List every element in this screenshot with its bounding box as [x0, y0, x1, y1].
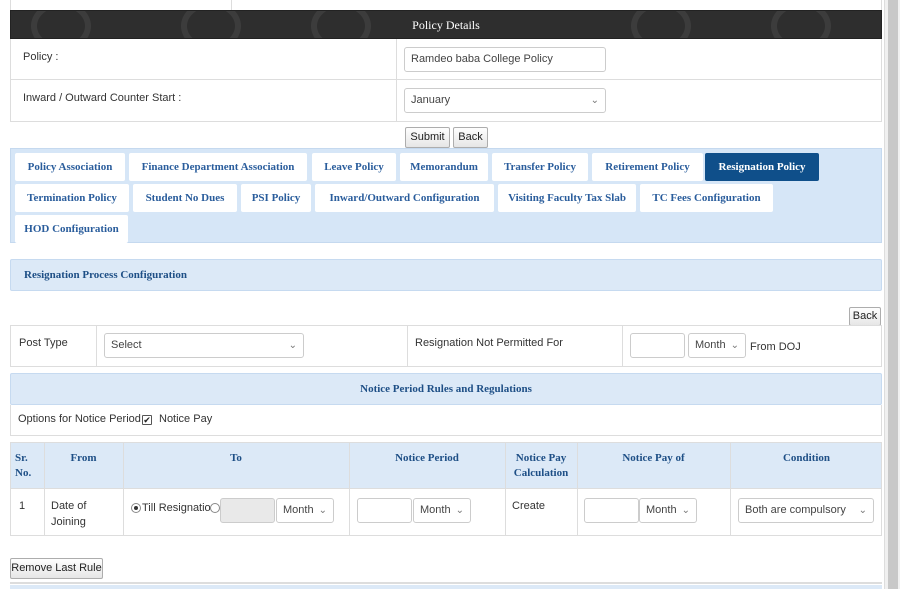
from-doj-text: From DOJ	[750, 341, 801, 353]
counter-start-value: January	[411, 94, 451, 106]
to-unit-value: Month	[283, 504, 314, 516]
notice-options-row: Options for Notice Period : ✔ Notice Pay	[10, 405, 882, 436]
tab-finance-department-association[interactable]: Finance Department Association	[129, 153, 307, 181]
till-resignation-radio[interactable]	[131, 503, 141, 513]
submit-button[interactable]: Submit	[405, 127, 450, 148]
notice-options-label: Options for Notice Period :	[18, 413, 148, 425]
post-type-value: Select	[111, 339, 142, 351]
till-resignation-label: Till Resignation	[142, 502, 217, 514]
header-notice-period: Notice Period	[395, 452, 459, 464]
header-sr-no: Sr. No.	[15, 452, 32, 479]
tab-resignation-policy[interactable]: Resignation Policy	[705, 153, 819, 181]
header-to: To	[230, 452, 242, 464]
counter-row: Inward / Outward Counter Start : January…	[11, 80, 881, 121]
chevron-down-icon: ⌄	[455, 505, 464, 516]
policy-row: Policy : Ramdeo baba College Policy	[11, 39, 881, 80]
panel-title: Policy Details	[412, 18, 480, 32]
notice-pay-label: Notice Pay	[159, 413, 213, 425]
chevron-down-icon: ⌄	[318, 505, 327, 516]
tab-termination-policy[interactable]: Termination Policy	[15, 184, 129, 212]
header-from: From	[70, 452, 97, 464]
notice-period-header: Notice Period Rules and Regulations	[10, 373, 882, 405]
notice-pay-of-unit-select[interactable]: Month ⌄	[639, 498, 697, 523]
notice-pay-checkbox[interactable]: ✔	[142, 415, 152, 425]
tab-hod-configuration[interactable]: HOD Configuration	[15, 215, 128, 243]
header-condition: Condition	[782, 452, 831, 464]
to-value-input[interactable]	[220, 498, 275, 523]
back-button[interactable]: Back	[453, 127, 488, 148]
chevron-down-icon: ⌄	[858, 505, 867, 516]
tab-inward-outward-configuration[interactable]: Inward/Outward Configuration	[315, 184, 494, 212]
post-type-label: Post Type	[19, 337, 68, 349]
chevron-down-icon: ⌄	[681, 505, 690, 516]
tab-policy-association[interactable]: Policy Association	[15, 153, 125, 181]
notice-period-input[interactable]	[357, 498, 412, 523]
notice-period-unit-value: Month	[420, 504, 451, 516]
rule-from: Date of Joining	[51, 500, 87, 528]
next-section-bar	[10, 585, 882, 589]
chevron-down-icon: ⌄	[288, 340, 297, 351]
notice-period-unit-select[interactable]: Month ⌄	[413, 498, 471, 523]
chevron-down-icon: ⌄	[590, 95, 599, 106]
custom-to-radio[interactable]	[210, 503, 220, 513]
not-permitted-unit-value: Month	[695, 339, 726, 351]
tab-student-no-dues[interactable]: Student No Dues	[133, 184, 237, 212]
header-notice-pay-calculation: Notice Pay Calculation	[513, 452, 569, 479]
counter-label: Inward / Outward Counter Start :	[23, 92, 182, 104]
tab-psi-policy[interactable]: PSI Policy	[241, 184, 311, 212]
create-calculation-link[interactable]: Create	[512, 498, 545, 514]
tab-leave-policy[interactable]: Leave Policy	[312, 153, 396, 181]
policy-details-header: Policy Details	[10, 10, 882, 39]
scrollbar-thumb[interactable]	[888, 0, 898, 589]
chevron-down-icon: ⌄	[730, 340, 739, 351]
policy-label: Policy :	[23, 51, 59, 63]
notice-pay-of-unit-value: Month	[646, 504, 677, 516]
not-permitted-input[interactable]	[630, 333, 685, 358]
vertical-scrollbar[interactable]	[884, 0, 900, 589]
bottom-divider	[10, 582, 882, 584]
to-unit-select[interactable]: Month ⌄	[276, 498, 334, 523]
tab-transfer-policy[interactable]: Transfer Policy	[492, 153, 588, 181]
resignation-config-header: Resignation Process Configuration	[10, 259, 882, 291]
tab-retirement-policy[interactable]: Retirement Policy	[592, 153, 703, 181]
policy-tabs: Policy Association Finance Department As…	[10, 148, 882, 243]
post-type-select[interactable]: Select ⌄	[104, 333, 304, 358]
config-back-button[interactable]: Back	[849, 307, 881, 326]
policy-name-input[interactable]: Ramdeo baba College Policy	[404, 47, 606, 72]
policy-form: Policy : Ramdeo baba College Policy Inwa…	[10, 39, 882, 122]
condition-select[interactable]: Both are compulsory ⌄	[738, 498, 874, 523]
top-table-remnant	[10, 0, 882, 10]
not-permitted-label: Resignation Not Permitted For	[415, 337, 563, 349]
remove-last-rule-button[interactable]: Remove Last Rule	[10, 558, 103, 579]
condition-value: Both are compulsory	[745, 504, 846, 516]
notice-pay-of-input[interactable]	[584, 498, 639, 523]
tab-tc-fees-configuration[interactable]: TC Fees Configuration	[640, 184, 773, 212]
counter-start-select[interactable]: January ⌄	[404, 88, 606, 113]
rule-sr-no: 1	[19, 500, 26, 512]
notice-rules-table: Sr. No. From To Notice Period Notice Pay…	[10, 442, 882, 536]
not-permitted-unit-select[interactable]: Month ⌄	[688, 333, 746, 358]
resignation-config-row: Post Type Select ⌄ Resignation Not Permi…	[10, 325, 882, 367]
header-notice-pay-of: Notice Pay of	[622, 452, 685, 464]
tab-memorandum[interactable]: Memorandum	[400, 153, 488, 181]
tab-visiting-faculty-tax-slab[interactable]: Visiting Faculty Tax Slab	[498, 184, 636, 212]
